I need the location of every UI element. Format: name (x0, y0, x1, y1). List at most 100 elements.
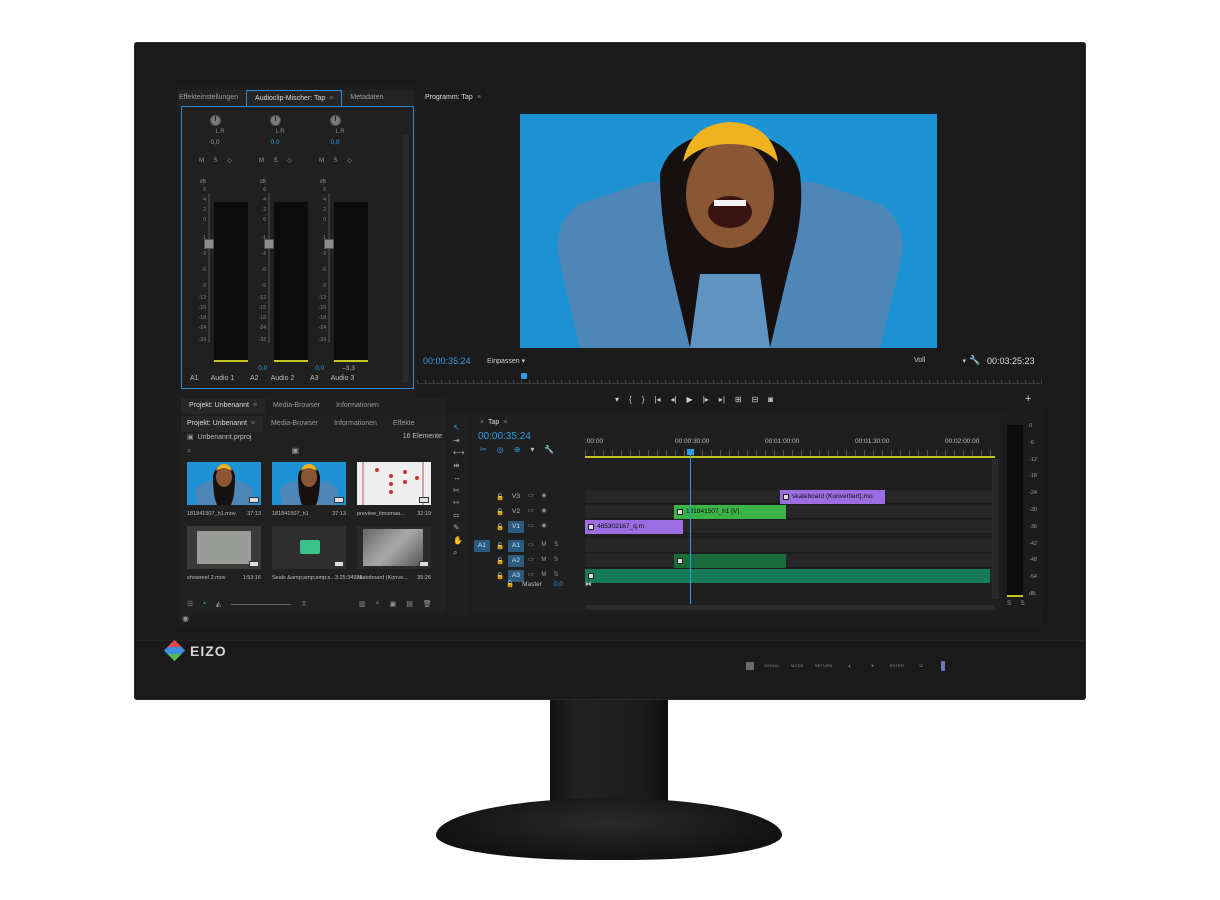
tab-media-browser[interactable]: Media-Browser (263, 416, 326, 432)
add-button-icon[interactable]: + (1025, 393, 1031, 405)
program-video-frame[interactable] (520, 114, 937, 348)
lock-icon[interactable]: 🔓 (506, 581, 514, 588)
track-visibility-icons[interactable]: ▭ ◉ (528, 492, 550, 499)
tab-informationen-top[interactable]: Informationen (328, 398, 387, 414)
track-visibility-icons[interactable]: ▭ ◉ (528, 507, 550, 514)
play-icon[interactable]: ▶ (687, 395, 693, 404)
program-timecode-current[interactable]: 00:00:35:24 (423, 356, 471, 366)
pen-icon[interactable]: ✎ (453, 523, 460, 532)
zoom-icon[interactable]: ⌕ (453, 548, 457, 558)
project-item[interactable]: 181841507_h1.mov 37:13 (187, 462, 261, 524)
list-view-icon[interactable]: ☰ (187, 600, 193, 608)
monitor-button-1[interactable]: MODE (788, 662, 807, 670)
selection-tool-icon[interactable]: ↖ (453, 423, 460, 432)
new-item-icon[interactable]: ▤ (406, 600, 413, 608)
lock-icon[interactable]: 🔓 (496, 508, 504, 516)
tab-project-top[interactable]: Projekt: Unbenannt ≡ (181, 398, 266, 414)
hand-icon[interactable]: ✋ (453, 536, 463, 545)
timeline-clip[interactable]: 465302167_q.m (585, 520, 683, 534)
panel-menu-icon[interactable]: ≡ (477, 94, 481, 101)
project-item[interactable]: showreel 2.mov 1:53:16 (187, 526, 261, 588)
track-name[interactable]: V2 (508, 506, 524, 518)
track-mute-solo[interactable]: ▭ M S (528, 571, 561, 578)
slide-icon[interactable]: ⬄ (453, 511, 460, 520)
timeline-work-area[interactable] (585, 456, 995, 458)
new-bin-icon[interactable]: ▣ (291, 446, 299, 455)
render-status-icon[interactable]: ◉ (182, 614, 189, 623)
nest-icon[interactable]: ⊕ (514, 445, 521, 454)
step-forward-icon[interactable]: |▸ (703, 395, 709, 404)
track-mute-solo[interactable]: ▭ M S (528, 541, 561, 548)
slip-icon[interactable]: ⇿ (453, 498, 460, 507)
track-select-icon[interactable]: ⇥ (453, 436, 460, 445)
timeline-audio-clip[interactable] (585, 569, 990, 583)
zoom-slider[interactable] (231, 600, 292, 605)
marker-icon[interactable]: ▾ (615, 395, 619, 404)
track-name[interactable]: V3 (508, 491, 524, 503)
find-icon[interactable]: ⌕ (376, 600, 380, 608)
playback-resolution-dropdown[interactable]: Voll ▾ (914, 357, 966, 365)
mute-solo-buttons[interactable]: M S ◇ (259, 157, 296, 164)
tab-project[interactable]: Projekt: Unbenannt ≡ (181, 416, 264, 432)
icon-view-icon[interactable]: ▪ (203, 600, 205, 608)
panel-menu-icon[interactable]: ≡ (251, 420, 255, 427)
project-item[interactable]: preview_timomaa... 32:19 (357, 462, 431, 524)
razor-icon[interactable]: ✂ (453, 486, 460, 495)
tab-audioclip-mischer[interactable]: Audioclip-Mischer: Tap ≡ (246, 90, 343, 106)
insert-icon[interactable]: ⊞ (735, 395, 742, 404)
master-keyframe-icon[interactable]: ⧓ (585, 581, 592, 588)
timeline-playhead[interactable] (687, 449, 694, 604)
pan-value[interactable]: 0,0 (246, 139, 304, 146)
pan-value[interactable]: 0,0 (306, 139, 364, 146)
freeform-view-icon[interactable]: ◭ (216, 600, 221, 608)
track-lane[interactable] (585, 505, 995, 519)
tab-effekteinstellungen[interactable]: Effekteinstellungen (177, 90, 246, 106)
pan-value[interactable]: 0,0 (186, 139, 244, 146)
timeline-horizontal-scrollbar[interactable] (585, 605, 995, 610)
mixer-scrollbar[interactable] (403, 135, 409, 383)
monitor-button-5[interactable]: ENTER (887, 662, 908, 670)
track-visibility-icons[interactable]: ▭ ◉ (528, 522, 550, 529)
in-point-icon[interactable]: { (629, 395, 632, 404)
ripple-edit-icon[interactable]: ⟷ (453, 448, 464, 457)
track-lane[interactable] (585, 539, 995, 553)
lock-icon[interactable]: 🔓 (496, 572, 504, 580)
track-name[interactable]: V1 (508, 521, 524, 533)
sort-icon[interactable]: ⇳ (301, 600, 307, 608)
step-back-icon[interactable]: ◂| (670, 395, 676, 404)
audio-meter-solo[interactable]: S S (1007, 601, 1029, 607)
tab-effekte[interactable]: Effekte (385, 416, 423, 432)
volume-fader[interactable] (204, 239, 214, 249)
track-lane[interactable] (585, 554, 995, 568)
timeline-settings-icon[interactable]: 🔧 (544, 445, 554, 454)
monitor-button-3[interactable]: ▲ (841, 662, 859, 670)
panel-menu-icon[interactable]: ≡ (329, 95, 333, 102)
automate-icon[interactable]: ▥ (359, 600, 366, 608)
overwrite-icon[interactable]: ⊟ (752, 395, 759, 404)
trash-icon[interactable]: 🗑 (423, 600, 432, 608)
timeline-clip[interactable]: skateboard (Konvertiert).mo (780, 490, 885, 504)
lock-icon[interactable]: 🔓 (496, 523, 504, 531)
tab-program[interactable]: Programm: Tap ≡ (417, 90, 489, 106)
timeline-vertical-scrollbar[interactable] (992, 459, 998, 599)
pan-knob[interactable] (330, 115, 341, 126)
monitor-button-2[interactable]: RETURN (812, 662, 836, 670)
tab-informationen[interactable]: Informationen (326, 416, 385, 432)
monitor-button-0[interactable]: SIGNAL (761, 662, 783, 670)
lock-icon[interactable]: 🔓 (496, 493, 504, 501)
fader-value[interactable]: –3,3 (342, 365, 355, 372)
new-bin-footer-icon[interactable]: ▣ (390, 600, 397, 608)
source-patch[interactable]: A1 (474, 540, 490, 552)
mute-solo-buttons[interactable]: M S ◇ (199, 157, 236, 164)
linked-selection-icon[interactable]: ◎ (497, 445, 504, 454)
panel-menu-icon[interactable]: ≡ (253, 402, 257, 409)
track-name[interactable]: A1 (508, 540, 524, 552)
zoom-fit-dropdown[interactable]: Einpassen ▾ (487, 357, 525, 365)
volume-fader[interactable] (264, 239, 274, 249)
settings-wrench-icon[interactable]: 🔧 (969, 355, 980, 366)
rolling-edit-icon[interactable]: ⇹ (453, 461, 460, 470)
track-mute-solo[interactable]: ▭ M S (528, 556, 561, 563)
project-item[interactable]: Seals &amp;amp;amp;s... 3:25:34928 (272, 526, 363, 588)
lock-icon[interactable]: 🔓 (496, 542, 504, 550)
pan-knob[interactable] (210, 115, 221, 126)
